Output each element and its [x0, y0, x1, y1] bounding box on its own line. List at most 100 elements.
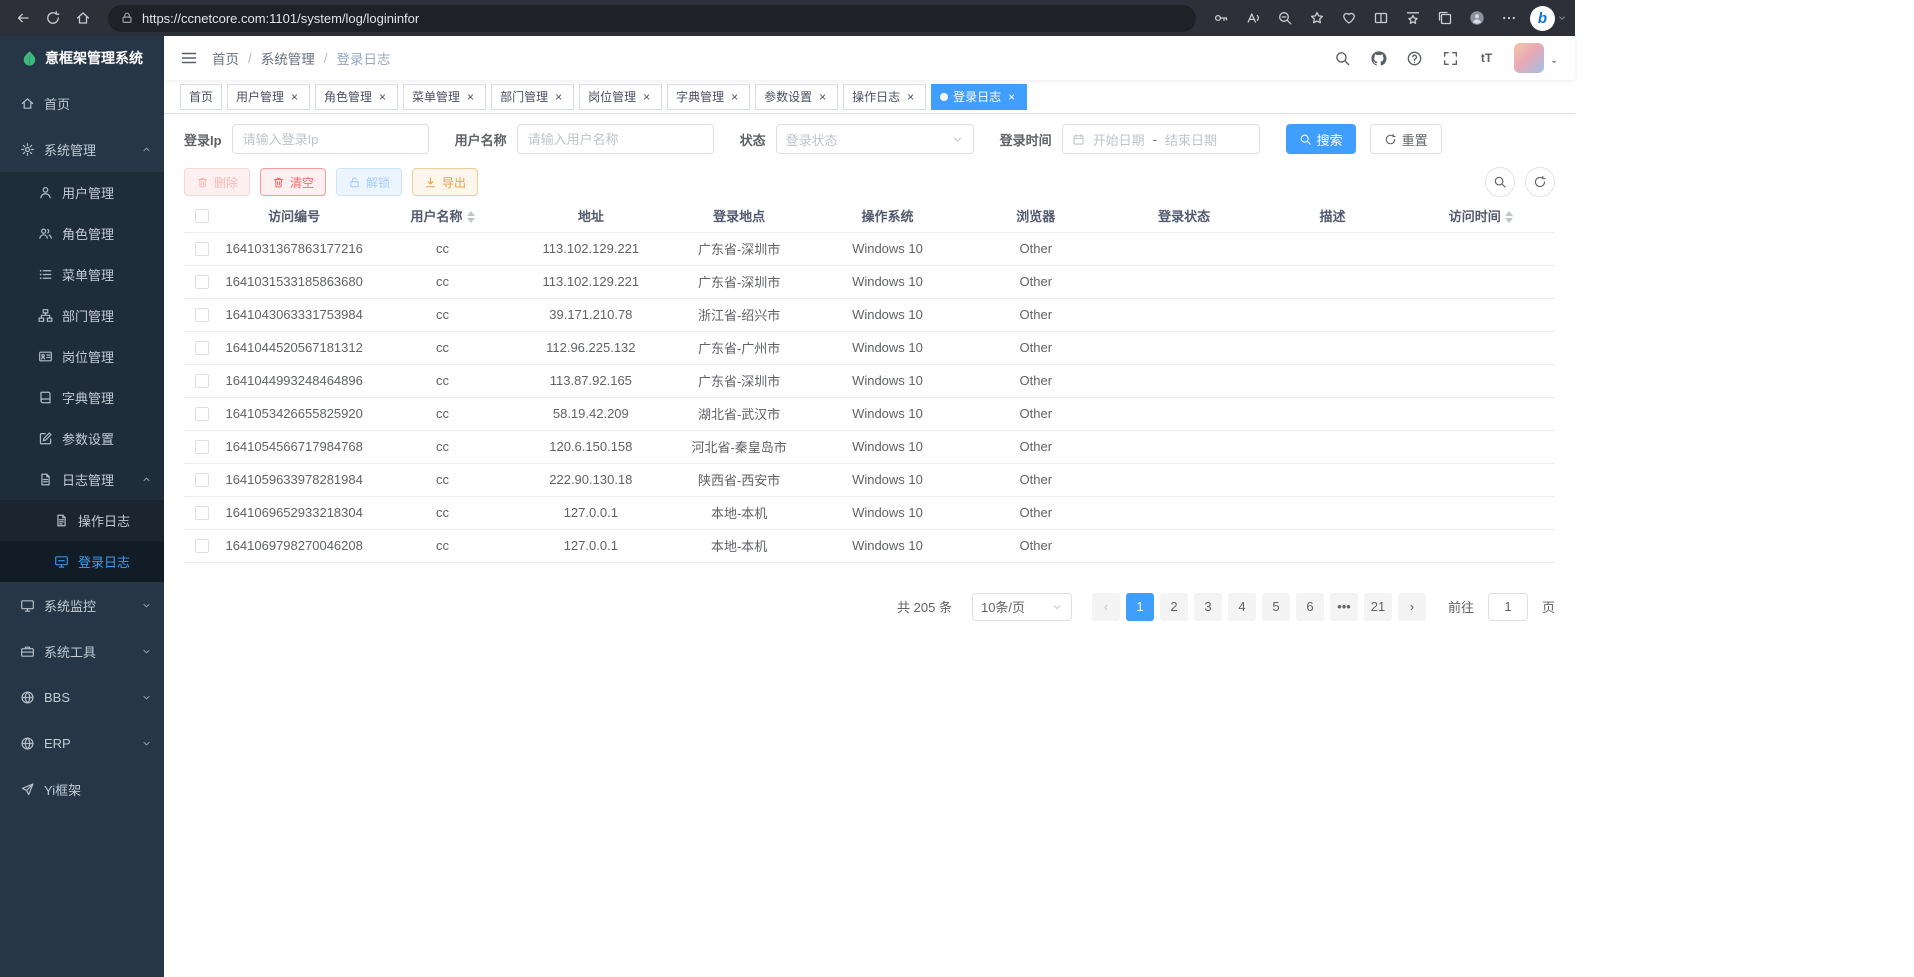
close-icon[interactable]: ×	[640, 91, 653, 103]
row-checkbox[interactable]	[195, 275, 209, 289]
read-aloud-icon[interactable]	[1238, 4, 1268, 32]
status-select[interactable]: 登录状态	[776, 124, 974, 154]
tab-home[interactable]: 首页	[180, 84, 222, 110]
sidebar-item-param-settings[interactable]: 参数设置	[0, 418, 164, 459]
row-checkbox[interactable]	[195, 440, 209, 454]
column-header-time[interactable]: 访问时间	[1407, 199, 1555, 232]
tab-param-settings[interactable]: 参数设置×	[755, 84, 838, 110]
search-icon[interactable]	[1334, 50, 1351, 67]
more-icon[interactable]	[1494, 4, 1524, 32]
sidebar-item-system-monitor[interactable]: 系统监控	[0, 582, 164, 628]
delete-button[interactable]: 删除	[184, 168, 250, 196]
table-row[interactable]: 1641069652933218304cc127.0.0.1本地-本机Windo…	[184, 496, 1555, 529]
close-icon[interactable]: ×	[816, 91, 829, 103]
url-text[interactable]: https://ccnetcore.com:1101/system/log/lo…	[142, 11, 419, 26]
sidebar-item-dept-management[interactable]: 部门管理	[0, 295, 164, 336]
sort-icon[interactable]	[1505, 211, 1513, 223]
table-row[interactable]: 1641054566717984768cc120.6.150.158河北省-秦皇…	[184, 430, 1555, 463]
sidebar-item-user-management[interactable]: 用户管理	[0, 172, 164, 213]
pager-page-21[interactable]: 21	[1364, 593, 1392, 621]
sidebar-item-role-management[interactable]: 角色管理	[0, 213, 164, 254]
profile-avatar-icon[interactable]	[1462, 4, 1492, 32]
column-header-user[interactable]: 用户名称	[368, 199, 516, 232]
tab-menu-management[interactable]: 菜单管理×	[403, 84, 486, 110]
github-icon[interactable]	[1370, 50, 1387, 67]
login-ip-input[interactable]	[232, 124, 429, 154]
search-button[interactable]: 搜索	[1286, 124, 1356, 154]
tab-operation-log[interactable]: 操作日志×	[843, 84, 926, 110]
copilot-button[interactable]: b	[1530, 6, 1567, 31]
goto-page-input[interactable]	[1488, 593, 1528, 621]
close-icon[interactable]: ×	[728, 91, 741, 103]
close-icon[interactable]: ×	[464, 91, 477, 103]
sidebar-item-login-log[interactable]: 登录日志	[0, 541, 164, 582]
hamburger-icon[interactable]	[180, 49, 198, 67]
row-checkbox[interactable]	[195, 473, 209, 487]
pager-ellipsis[interactable]: •••	[1330, 593, 1358, 621]
sidebar-item-menu-management[interactable]: 菜单管理	[0, 254, 164, 295]
tab-dept-management[interactable]: 部门管理×	[491, 84, 574, 110]
sidebar-item-log-management[interactable]: 日志管理	[0, 459, 164, 500]
tab-post-management[interactable]: 岗位管理×	[579, 84, 662, 110]
username-input[interactable]	[517, 124, 714, 154]
copilot-icon[interactable]: b	[1530, 6, 1555, 31]
key-icon[interactable]	[1206, 4, 1236, 32]
zoom-out-icon[interactable]	[1270, 4, 1300, 32]
font-size-icon[interactable]: tT	[1478, 50, 1495, 67]
sidebar-item-post-management[interactable]: 岗位管理	[0, 336, 164, 377]
refresh-table-button[interactable]	[1525, 167, 1555, 197]
sidebar-item-home[interactable]: 首页	[0, 80, 164, 126]
pager-page-4[interactable]: 4	[1228, 593, 1256, 621]
row-checkbox[interactable]	[195, 407, 209, 421]
tab-login-log[interactable]: 登录日志×	[931, 84, 1027, 110]
close-icon[interactable]: ×	[552, 91, 565, 103]
toggle-search-button[interactable]	[1485, 167, 1515, 197]
split-screen-icon[interactable]	[1366, 4, 1396, 32]
row-checkbox[interactable]	[195, 506, 209, 520]
table-row[interactable]: 1641031367863177216cc113.102.129.221广东省-…	[184, 232, 1555, 265]
row-checkbox[interactable]	[195, 374, 209, 388]
table-row[interactable]: 1641043063331753984cc39.171.210.78浙江省-绍兴…	[184, 298, 1555, 331]
sidebar-item-erp[interactable]: ERP	[0, 720, 164, 766]
page-size-select[interactable]: 10条/页	[972, 593, 1072, 621]
fullscreen-icon[interactable]	[1442, 50, 1459, 67]
tab-role-management[interactable]: 角色管理×	[315, 84, 398, 110]
table-row[interactable]: 1641031533185863680cc113.102.129.221广东省-…	[184, 265, 1555, 298]
home-icon[interactable]	[68, 4, 98, 32]
close-icon[interactable]: ×	[376, 91, 389, 103]
unlock-button[interactable]: 解锁	[336, 168, 402, 196]
select-all-checkbox[interactable]	[195, 209, 209, 223]
user-menu[interactable]	[1514, 43, 1559, 73]
sidebar-item-system-tools[interactable]: 系统工具	[0, 628, 164, 674]
row-checkbox[interactable]	[195, 242, 209, 256]
back-icon[interactable]	[8, 4, 38, 32]
pager-page-6[interactable]: 6	[1296, 593, 1324, 621]
row-checkbox[interactable]	[195, 341, 209, 355]
row-checkbox[interactable]	[195, 539, 209, 553]
close-icon[interactable]: ×	[1005, 91, 1018, 103]
avatar[interactable]	[1514, 43, 1544, 73]
table-row[interactable]: 1641044993248464896cc113.87.92.165广东省-深圳…	[184, 364, 1555, 397]
favorites-bar-icon[interactable]	[1398, 4, 1428, 32]
pager-page-1[interactable]: 1	[1126, 593, 1154, 621]
export-button[interactable]: 导出	[412, 168, 478, 196]
breadcrumb-home[interactable]: 首页	[212, 48, 239, 68]
reload-icon[interactable]	[38, 4, 68, 32]
date-range-picker[interactable]: 开始日期 - 结束日期	[1062, 124, 1260, 154]
sidebar-item-operation-log[interactable]: 操作日志	[0, 500, 164, 541]
pager-next-button[interactable]: ›	[1398, 593, 1426, 621]
breadcrumb-system[interactable]: 系统管理	[261, 48, 315, 68]
favorites-icon[interactable]	[1302, 4, 1332, 32]
table-row[interactable]: 1641059633978281984cc222.90.130.18陕西省-西安…	[184, 463, 1555, 496]
address-bar[interactable]: https://ccnetcore.com:1101/system/log/lo…	[108, 5, 1196, 32]
clear-button[interactable]: 清空	[260, 168, 326, 196]
pager-page-2[interactable]: 2	[1160, 593, 1188, 621]
tab-user-management[interactable]: 用户管理×	[227, 84, 310, 110]
question-icon[interactable]	[1406, 50, 1423, 67]
tab-dict-management[interactable]: 字典管理×	[667, 84, 750, 110]
pager-prev-button[interactable]: ‹	[1092, 593, 1120, 621]
pager-page-3[interactable]: 3	[1194, 593, 1222, 621]
row-checkbox[interactable]	[195, 308, 209, 322]
essentials-icon[interactable]	[1334, 4, 1364, 32]
pager-page-5[interactable]: 5	[1262, 593, 1290, 621]
